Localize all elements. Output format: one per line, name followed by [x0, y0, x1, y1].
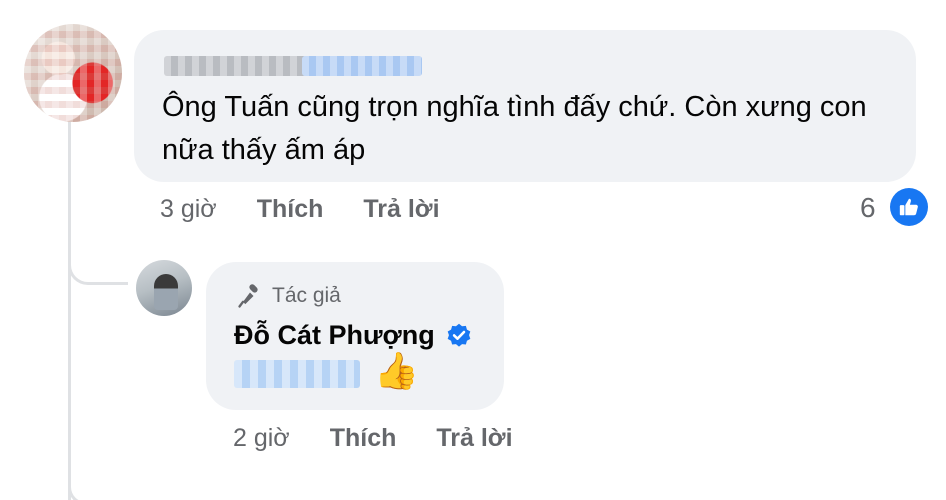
- author-avatar[interactable]: [136, 260, 192, 316]
- blurred-commenter-name: [164, 56, 314, 76]
- author-name[interactable]: Đỗ Cát Phượng: [234, 320, 473, 351]
- avatar-figure: [154, 274, 178, 310]
- author-badge: Tác giả: [236, 282, 341, 310]
- blurred-reply-text: [234, 360, 360, 388]
- comment-actions: 3 giờ Thích Trả lời: [160, 195, 480, 224]
- reaction-count[interactable]: 6: [860, 192, 876, 224]
- like-icon[interactable]: [890, 188, 928, 226]
- comment-text: Ông Tuấn cũng trọn nghĩa tình đấy chứ. C…: [162, 91, 867, 166]
- microphone-icon: [238, 284, 258, 308]
- comment-bubble: Ông Tuấn cũng trọn nghĩa tình đấy chứ. C…: [134, 30, 916, 182]
- reply-bubble: Tác giả Đỗ Cát Phượng 👍: [206, 262, 504, 410]
- comment-thread: Ông Tuấn cũng trọn nghĩa tình đấy chứ. C…: [0, 0, 946, 500]
- blurred-commenter-tag: [302, 56, 422, 76]
- commenter-avatar[interactable]: [24, 24, 122, 122]
- thread-line: [68, 120, 71, 500]
- thread-connector-bottom: [68, 485, 148, 500]
- thread-connector: [68, 240, 128, 285]
- comment-timestamp[interactable]: 3 giờ: [160, 195, 217, 224]
- reply-actions: 2 giờ Thích Trả lời: [233, 424, 553, 453]
- reply-button[interactable]: Trả lời: [363, 195, 439, 224]
- reply-like-button[interactable]: Thích: [330, 424, 397, 453]
- avatar-pixelation: [24, 24, 122, 122]
- thumbs-up-emoji-icon: 👍: [374, 351, 419, 392]
- author-name-text[interactable]: Đỗ Cát Phượng: [234, 320, 435, 351]
- reply-timestamp[interactable]: 2 giờ: [233, 424, 290, 453]
- reply-reply-button[interactable]: Trả lời: [436, 424, 512, 453]
- like-button[interactable]: Thích: [257, 195, 324, 224]
- author-badge-label: Tác giả: [272, 284, 341, 307]
- verified-badge-icon: [447, 323, 471, 347]
